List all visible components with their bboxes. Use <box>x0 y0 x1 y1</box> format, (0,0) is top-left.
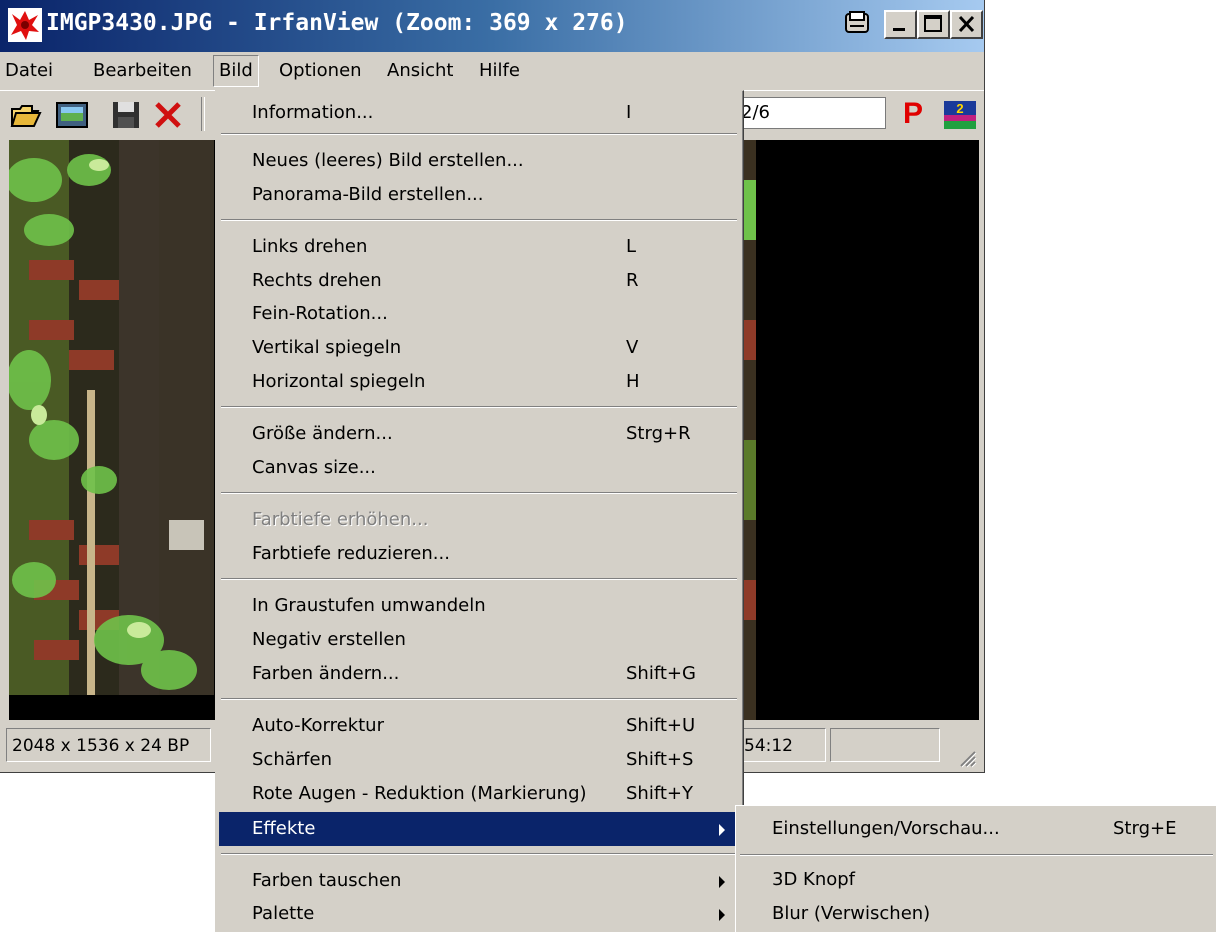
delete-x-icon[interactable] <box>152 99 184 131</box>
close-icon <box>958 15 975 33</box>
menu-item-fein-rotation[interactable]: Fein-Rotation... <box>219 297 739 331</box>
slideshow-thumbnail-icon[interactable] <box>56 99 88 131</box>
menu-bar: Datei Bearbeiten Bild Optionen Ansicht H… <box>0 52 984 90</box>
minimize-button[interactable] <box>884 10 917 39</box>
menu-separator <box>221 406 737 408</box>
menu-separator <box>221 853 737 855</box>
submenu-item-blur[interactable]: Blur (Verwischen) <box>736 897 1216 931</box>
menu-item-effekte[interactable]: Effekte <box>219 812 739 846</box>
menu-separator <box>221 133 737 135</box>
menu-item-vertikal-spiegeln[interactable]: Vertikal spiegeln V <box>219 331 739 365</box>
menu-item-links-drehen[interactable]: Links drehen L <box>219 230 739 264</box>
minimize-icon <box>893 28 905 31</box>
submenu-arrow-icon <box>719 824 725 836</box>
menu-item-farben-aendern[interactable]: Farben ändern... Shift+G <box>219 657 739 691</box>
menu-item-schaerfen[interactable]: Schärfen Shift+S <box>219 743 739 777</box>
menu-item-graustufen[interactable]: In Graustufen umwandeln <box>219 589 739 623</box>
menu-hilfe[interactable]: Hilfe <box>474 56 525 86</box>
menu-separator <box>221 219 737 221</box>
maximize-icon <box>924 15 942 32</box>
save-disk-icon[interactable] <box>110 99 142 131</box>
menu-separator <box>221 578 737 580</box>
menu-item-negativ[interactable]: Negativ erstellen <box>219 623 739 657</box>
photo-right-edge <box>742 140 756 720</box>
menu-item-panorama[interactable]: Panorama-Bild erstellen... <box>219 178 739 212</box>
submenu-arrow-icon <box>719 876 725 888</box>
status-dimensions: 2048 x 1536 x 24 BP <box>6 728 211 762</box>
menu-optionen[interactable]: Optionen <box>274 56 367 86</box>
photo-brick-wall-ivy <box>9 140 214 695</box>
menu-item-farbtiefe-reduzieren[interactable]: Farbtiefe reduzieren... <box>219 537 739 571</box>
menu-item-palette[interactable]: Palette <box>219 897 739 931</box>
menu-item-rechts-drehen[interactable]: Rechts drehen R <box>219 264 739 298</box>
status-time: 54:12 <box>738 728 826 762</box>
window-title: IMGP3430.JPG - IrfanView (Zoom: 369 x 27… <box>46 10 628 36</box>
svg-text:2: 2 <box>956 101 963 116</box>
print-icon[interactable] <box>842 10 878 39</box>
toolbar-divider <box>201 97 205 131</box>
open-folder-icon[interactable] <box>10 99 42 131</box>
menu-item-rote-augen[interactable]: Rote Augen - Reduktion (Markierung) Shift… <box>219 777 739 811</box>
menu-ansicht[interactable]: Ansicht <box>382 56 458 86</box>
menu-item-auto-korrektur[interactable]: Auto-Korrektur Shift+U <box>219 709 739 743</box>
maximize-button[interactable] <box>917 10 950 39</box>
effekte-submenu: Einstellungen/Vorschau... Strg+E 3D Knopf… <box>735 805 1216 932</box>
submenu-item-einstellungen-vorschau[interactable]: Einstellungen/Vorschau... Strg+E <box>736 812 1216 846</box>
resize-grip-icon[interactable] <box>955 748 977 768</box>
bild-dropdown-menu: Information... I Neues (leeres) Bild erst… <box>215 90 744 932</box>
page-indicator: 2/6 <box>736 97 886 129</box>
irfanview-red-cat-icon <box>8 8 42 42</box>
close-button[interactable] <box>950 10 983 39</box>
menu-item-groesse-aendern[interactable]: Größe ändern... Strg+R <box>219 417 739 451</box>
menu-datei[interactable]: Datei <box>0 56 58 86</box>
menu-item-neues-bild[interactable]: Neues (leeres) Bild erstellen... <box>219 144 739 178</box>
menu-item-farben-tauschen[interactable]: Farben tauschen <box>219 864 739 898</box>
menu-item-canvas-size[interactable]: Canvas size... <box>219 451 739 485</box>
submenu-item-3d-knopf[interactable]: 3D Knopf <box>736 863 1216 897</box>
menu-item-horizontal-spiegeln[interactable]: Horizontal spiegeln H <box>219 365 739 399</box>
title-bar[interactable]: IMGP3430.JPG - IrfanView (Zoom: 369 x 27… <box>0 0 984 52</box>
menu-bild[interactable]: Bild <box>213 55 259 87</box>
paint-p-icon[interactable]: P <box>903 97 923 131</box>
menu-separator <box>221 492 737 494</box>
multimedia-icon[interactable]: 2 <box>944 101 976 129</box>
menu-bearbeiten[interactable]: Bearbeiten <box>88 56 197 86</box>
submenu-arrow-icon <box>719 909 725 921</box>
menu-separator <box>221 698 737 700</box>
menu-item-farbtiefe-erhoehen: Farbtiefe erhöhen... <box>252 509 429 530</box>
menu-item-information[interactable]: Information... I <box>219 96 739 130</box>
menu-separator <box>740 854 1213 856</box>
status-extra <box>830 728 940 762</box>
